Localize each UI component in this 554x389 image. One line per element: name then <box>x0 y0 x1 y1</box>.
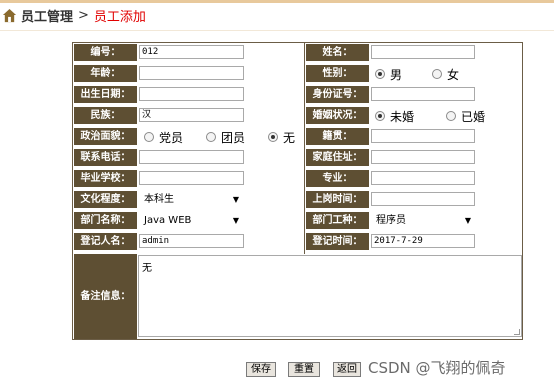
dropdown-arrow-icon: ▼ <box>232 216 239 225</box>
gender-radio-female[interactable]: 女 <box>432 66 459 82</box>
birthdate-input[interactable] <box>139 87 244 101</box>
register-time-input[interactable]: 2017-7-29 <box>371 234 475 248</box>
radio-unchecked-icon <box>446 111 456 121</box>
address-label: 家庭住址： <box>306 149 369 166</box>
emp-no-label: 编号： <box>74 44 137 61</box>
breadcrumb-current: 员工添加 <box>93 9 146 25</box>
radio-unchecked-icon <box>144 132 154 142</box>
native-label: 籍贯： <box>306 128 369 145</box>
registrar-label: 登记人名： <box>74 233 137 250</box>
job-type-select[interactable]: 程序员 ▼ <box>376 213 471 228</box>
divider <box>0 30 554 31</box>
job-type-value: 程序员 <box>376 215 406 226</box>
phone-label: 联系电话： <box>74 149 137 166</box>
back-button[interactable]: 返回 <box>333 362 361 377</box>
radio-label: 无 <box>283 130 296 145</box>
political-label: 政治面貌： <box>74 128 137 145</box>
name-label: 姓名： <box>306 44 369 61</box>
remarks-textarea[interactable]: 无 <box>138 255 522 337</box>
radio-label: 未婚 <box>390 109 415 124</box>
political-radio-none[interactable]: 无 <box>268 129 295 145</box>
remarks-text: 无 <box>142 263 152 274</box>
registrar-input[interactable]: admin <box>139 234 244 248</box>
phone-input[interactable] <box>139 150 244 164</box>
breadcrumb-separator: > <box>78 7 89 23</box>
major-label: 专业： <box>306 170 369 187</box>
native-input[interactable] <box>371 129 475 143</box>
reset-button[interactable]: 重置 <box>288 362 320 377</box>
hire-time-label: 上岗时间： <box>306 191 369 208</box>
education-label: 文化程度： <box>74 191 137 208</box>
name-input[interactable] <box>371 45 475 59</box>
age-label: 年龄： <box>74 65 137 82</box>
department-select[interactable]: Java WEB ▼ <box>144 213 239 228</box>
address-input[interactable] <box>371 150 475 164</box>
school-input[interactable] <box>139 171 244 185</box>
id-card-input[interactable] <box>371 87 475 101</box>
radio-checked-icon <box>375 69 385 79</box>
radio-unchecked-icon <box>206 132 216 142</box>
radio-label: 男 <box>390 67 403 82</box>
home-icon <box>2 8 17 22</box>
radio-checked-icon <box>375 111 385 121</box>
political-radio-party[interactable]: 党员 <box>144 129 183 145</box>
breadcrumb: 员工管理 > 员工添加 <box>0 3 146 27</box>
age-input[interactable] <box>139 66 244 80</box>
ethnicity-label: 民族： <box>74 107 137 124</box>
radio-label: 党员 <box>159 130 184 145</box>
remarks-label: 备注信息： <box>74 254 137 339</box>
school-label: 毕业学校： <box>74 170 137 187</box>
marital-radio-married[interactable]: 已婚 <box>446 108 485 124</box>
radio-label: 女 <box>447 67 460 82</box>
radio-label: 已婚 <box>461 109 486 124</box>
department-label: 部门名称： <box>74 212 137 229</box>
department-value: Java WEB <box>144 215 192 226</box>
political-radio-league[interactable]: 团员 <box>206 129 245 145</box>
radio-checked-icon <box>268 132 278 142</box>
gender-radio-male[interactable]: 男 <box>375 66 402 82</box>
gender-label: 性别： <box>306 65 369 82</box>
save-button[interactable]: 保存 <box>246 362 276 377</box>
emp-no-input[interactable]: 012 <box>139 45 244 59</box>
hire-time-input[interactable] <box>371 192 475 206</box>
job-type-label: 部门工种： <box>306 212 369 229</box>
watermark: CSDN @飞翔的佩奇 <box>368 359 506 377</box>
birthdate-label: 出生日期： <box>74 86 137 103</box>
education-value: 本科生 <box>144 194 174 205</box>
register-time-label: 登记时间： <box>306 233 369 250</box>
radio-label: 团员 <box>221 130 246 145</box>
ethnicity-input[interactable]: 汉 <box>139 108 244 122</box>
dropdown-arrow-icon: ▼ <box>464 216 471 225</box>
form-column-divider <box>304 42 305 254</box>
breadcrumb-section[interactable]: 员工管理 <box>21 6 73 25</box>
resize-handle[interactable] <box>514 329 520 335</box>
education-select[interactable]: 本科生 ▼ <box>144 192 239 207</box>
marital-label: 婚姻状况： <box>306 107 369 124</box>
page: 员工管理 > 员工添加 编号： 012 姓名： 年龄： 性别： 男 女 出生日期… <box>0 0 554 389</box>
marital-radio-single[interactable]: 未婚 <box>375 108 414 124</box>
id-card-label: 身份证号： <box>306 86 369 103</box>
dropdown-arrow-icon: ▼ <box>232 195 239 204</box>
major-input[interactable] <box>371 171 475 185</box>
radio-unchecked-icon <box>432 69 442 79</box>
